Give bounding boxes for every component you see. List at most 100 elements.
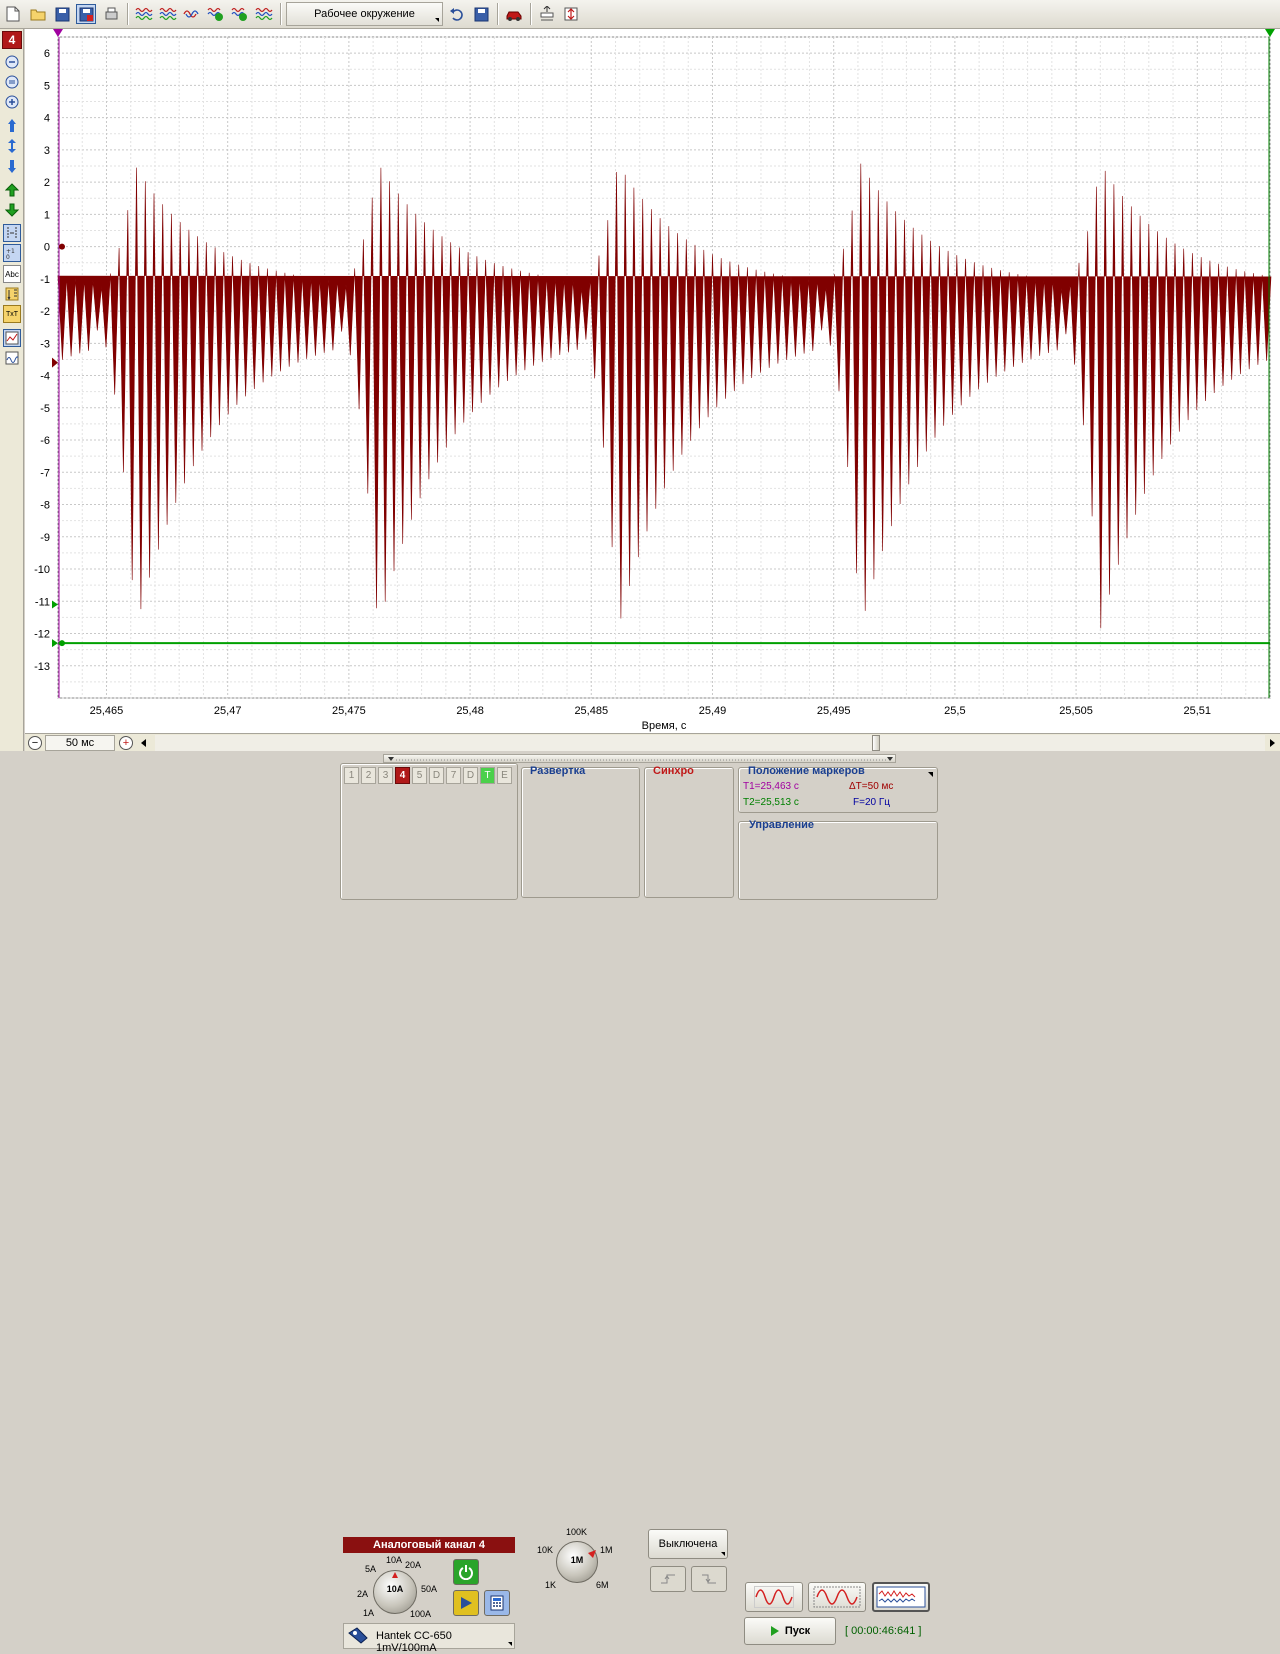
marker-delta-t-value: ΔT=50 мс bbox=[849, 781, 894, 792]
oscillogram-chart[interactable]: 6 5 4 3 2 1 0 -1 -2 -3 -4 -5 -6 -7 -8 -9 -10 -11 -12 -13 25… bbox=[25, 29, 1280, 733]
save-icon[interactable] bbox=[52, 4, 72, 24]
y-tick-label: -7 bbox=[40, 467, 50, 479]
move-updown-icon[interactable] bbox=[3, 137, 21, 155]
waves-icon[interactable] bbox=[134, 4, 154, 24]
fit-height-icon[interactable] bbox=[561, 4, 581, 24]
fit-width-icon[interactable] bbox=[537, 4, 557, 24]
marker-t1-handle[interactable] bbox=[53, 29, 63, 37]
save-as-icon[interactable] bbox=[76, 4, 96, 24]
open-folder-icon[interactable] bbox=[28, 4, 48, 24]
zoom-out-icon[interactable]: − bbox=[28, 736, 42, 750]
power-button[interactable] bbox=[453, 1559, 479, 1585]
recorder-mode-button[interactable] bbox=[872, 1582, 930, 1612]
continuous-wave-mode-button[interactable] bbox=[808, 1582, 866, 1612]
sync-mode-button[interactable]: Выключена bbox=[648, 1529, 728, 1559]
range-label-1a: 1A bbox=[363, 1608, 375, 1618]
calculator-button[interactable] bbox=[484, 1590, 510, 1616]
y-tick-label: 2 bbox=[44, 177, 50, 189]
scroll-right-icon[interactable] bbox=[1265, 735, 1279, 751]
toolbar-separator bbox=[530, 3, 532, 25]
dropdown-arrow-icon bbox=[435, 18, 439, 22]
trigger-level-handle[interactable] bbox=[52, 600, 58, 609]
zoom-in-circle-icon[interactable] bbox=[3, 93, 21, 111]
sync-rising-edge-button[interactable] bbox=[650, 1566, 686, 1592]
rising-edge-icon bbox=[661, 1574, 675, 1584]
text-size-tool[interactable]: TxT bbox=[3, 305, 21, 323]
waves-compare-icon[interactable] bbox=[158, 4, 178, 24]
arrow-up-green-icon[interactable] bbox=[3, 181, 21, 199]
zoom-reset-circle-icon[interactable] bbox=[3, 73, 21, 91]
channel-tab-1[interactable]: 1 bbox=[344, 767, 359, 784]
text-label-tool[interactable]: Abc bbox=[3, 265, 21, 283]
workspace-dropdown[interactable]: Рабочее окружение bbox=[286, 2, 443, 26]
chart-svg[interactable]: 6 5 4 3 2 1 0 -1 -2 -3 -4 -5 -6 -7 -8 -9 -10 -11 -12 -13 25… bbox=[25, 29, 1280, 733]
cursor-markers-icon[interactable] bbox=[3, 224, 21, 242]
move-down-icon[interactable] bbox=[3, 157, 21, 175]
y-tick-label: 4 bbox=[44, 113, 50, 125]
spectrum-view-icon[interactable] bbox=[3, 349, 21, 367]
start-label: Пуск bbox=[784, 1625, 811, 1637]
car-icon[interactable] bbox=[504, 4, 524, 24]
undo-icon[interactable] bbox=[447, 4, 467, 24]
waves-check-icon[interactable] bbox=[206, 4, 226, 24]
level-dot[interactable] bbox=[59, 640, 65, 647]
range-label-20a: 20A bbox=[405, 1560, 422, 1570]
power-icon bbox=[459, 1565, 473, 1580]
channel-tab-2[interactable]: 2 bbox=[361, 767, 376, 784]
waves-one-icon[interactable] bbox=[230, 4, 250, 24]
channel-tab-7[interactable]: 7 bbox=[446, 767, 461, 784]
channel-tab-3[interactable]: 3 bbox=[378, 767, 393, 784]
markers-panel: Положение маркеров T1=25,463 c ΔT=50 мс … bbox=[738, 765, 938, 813]
channel-tab-5[interactable]: 5 bbox=[412, 767, 427, 784]
zero-level-dot[interactable] bbox=[59, 243, 65, 250]
marker-t2-handle[interactable] bbox=[1265, 29, 1275, 37]
channel-tab-8[interactable]: D bbox=[463, 767, 478, 784]
channel-offset-handle[interactable] bbox=[52, 357, 58, 368]
wave-overlay-icon[interactable] bbox=[182, 4, 202, 24]
channel-tab-9[interactable]: T bbox=[480, 767, 495, 784]
single-wave-mode-button[interactable] bbox=[745, 1582, 803, 1612]
control-title: Управление bbox=[749, 819, 815, 831]
channel-badge[interactable]: 4 bbox=[2, 31, 22, 49]
y-tick-label: -4 bbox=[40, 371, 50, 383]
y-tick-label: -13 bbox=[34, 661, 50, 673]
move-up-icon[interactable] bbox=[3, 117, 21, 135]
channel-tab-10[interactable]: E bbox=[497, 767, 512, 784]
range-knob-value: 10A bbox=[386, 1584, 404, 1594]
panel-splitter[interactable] bbox=[383, 754, 896, 763]
falling-edge-icon bbox=[702, 1574, 716, 1584]
range-label-50a: 50A bbox=[421, 1584, 438, 1594]
save-workspace-icon[interactable] bbox=[471, 4, 491, 24]
probe-selector[interactable]: Hantek CC-650 1mV/100mA bbox=[343, 1623, 515, 1654]
start-button[interactable]: Пуск bbox=[744, 1617, 836, 1645]
counter-icon[interactable]: +1 0 bbox=[3, 244, 21, 262]
channel-tab-4[interactable]: 4 bbox=[395, 767, 410, 784]
range-label-100a: 100A bbox=[410, 1609, 432, 1619]
time-scale-value[interactable]: 50 мс bbox=[45, 735, 115, 751]
arrow-down-green-icon[interactable] bbox=[3, 201, 21, 219]
probe-name: Hantek CC-650 1mV/100mA bbox=[376, 1630, 452, 1654]
x-tick-label: 25,48 bbox=[456, 705, 484, 717]
range-label-2a: 2A bbox=[357, 1589, 369, 1599]
scroll-thumb[interactable] bbox=[872, 735, 880, 751]
channel-range-area: 10A 10A 5A 20A 2A 50A 1A 100A bbox=[343, 1554, 515, 1620]
y-tick-label: -9 bbox=[40, 532, 50, 544]
scroll-left-icon[interactable] bbox=[137, 735, 151, 751]
scroll-track[interactable] bbox=[155, 735, 1265, 751]
play-channel-button[interactable] bbox=[453, 1590, 479, 1616]
channel-tab-6[interactable]: D bbox=[429, 767, 444, 784]
y-tick-label: -12 bbox=[34, 629, 50, 641]
print-icon[interactable] bbox=[101, 4, 121, 24]
zoom-in-icon[interactable]: + bbox=[119, 736, 133, 750]
sort-icon[interactable] bbox=[3, 285, 21, 303]
level-handle[interactable] bbox=[52, 639, 58, 648]
markers-dropdown-icon[interactable] bbox=[928, 772, 933, 777]
waves-settings-icon[interactable] bbox=[254, 4, 274, 24]
sync-panel: Синхро bbox=[644, 765, 734, 898]
chart-view-icon[interactable] bbox=[3, 329, 21, 347]
sync-falling-edge-button[interactable] bbox=[691, 1566, 727, 1592]
toolbar-separator bbox=[280, 3, 282, 25]
toolbar-separator bbox=[127, 3, 129, 25]
new-file-icon[interactable] bbox=[3, 4, 23, 24]
zoom-out-circle-icon[interactable] bbox=[3, 53, 21, 71]
